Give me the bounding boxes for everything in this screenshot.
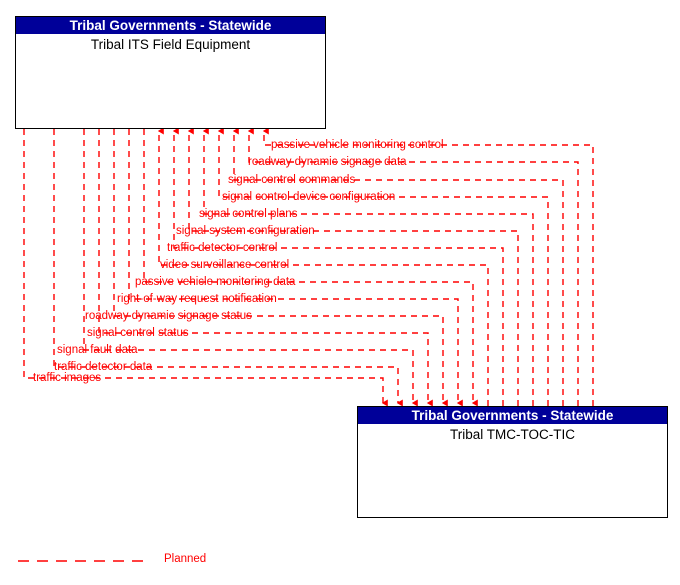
entity-box-tribal-tmc-toc-tic[interactable]: Tribal Governments - Statewide Tribal TM… (357, 406, 668, 518)
entity-name-source: Tribal ITS Field Equipment (90, 37, 251, 52)
entity-box-tribal-its-field-equipment[interactable]: Tribal Governments - Statewide Tribal IT… (15, 16, 326, 129)
flow-label-roadway-dynamic-signage-data: roadway dynamic signage data (248, 156, 407, 168)
entity-stakeholder-source: Tribal Governments - Statewide (16, 17, 325, 34)
flow-label-signal-control-status: signal control status (87, 327, 189, 339)
flow-label-right-of-way-request-notification: right-of-way request notification (117, 293, 277, 305)
flow-label-signal-control-commands: signal control commands (228, 174, 356, 186)
flow-label-traffic-images: traffic images (33, 372, 102, 384)
flow-label-signal-system-configuration: signal system configuration (176, 225, 315, 237)
entity-name-destination: Tribal TMC-TOC-TIC (450, 427, 575, 442)
flow-label-signal-control-device-configuration: signal control device configuration (222, 191, 396, 203)
flow-label-signal-fault-data: signal fault data (57, 344, 138, 356)
entity-stakeholder-destination: Tribal Governments - Statewide (358, 407, 667, 424)
architecture-flow-diagram: Tribal Governments - Statewide Tribal IT… (0, 0, 680, 585)
legend-item-planned-label: Planned (164, 553, 207, 565)
flow-label-video-surveillance-control: video surveillance control (160, 259, 290, 271)
flow-label-signal-control-plans: signal control plans (199, 208, 298, 220)
flow-label-traffic-detector-control: traffic detector control (167, 242, 278, 254)
flow-label-passive-vehicle-monitoring-control: passive vehicle monitoring control (271, 139, 444, 151)
flow-label-roadway-dynamic-signage-status: roadway dynamic signage status (85, 310, 252, 322)
flow-label-passive-vehicle-monitoring-data: passive vehicle monitoring data (135, 276, 296, 288)
